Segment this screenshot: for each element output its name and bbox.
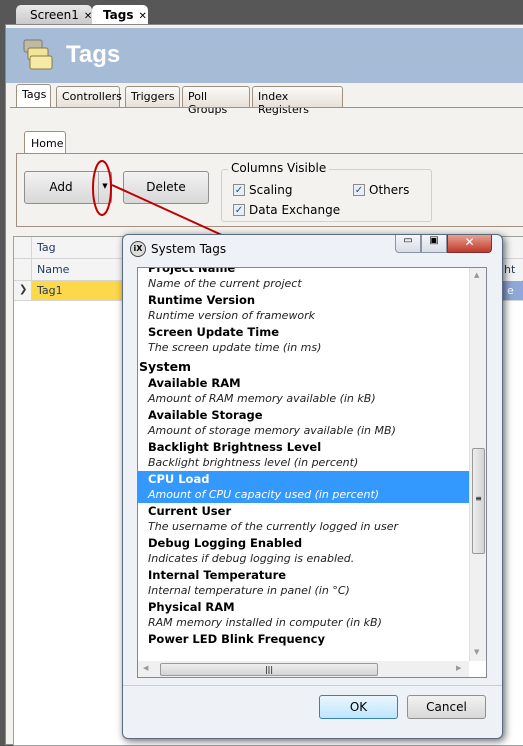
scroll-right-icon[interactable]: ▶ bbox=[456, 664, 461, 672]
tag-item-name[interactable]: Physical RAM bbox=[138, 599, 469, 615]
tag-item-description[interactable]: Indicates if debug logging is enabled. bbox=[138, 551, 469, 567]
hscroll-thumb[interactable]: ||| bbox=[160, 663, 378, 676]
tag-item-description[interactable]: Name of the current project bbox=[138, 276, 469, 292]
tag-item-description[interactable]: Internal temperature in panel (in °C) bbox=[138, 583, 469, 599]
scroll-down-icon[interactable]: ▼ bbox=[474, 648, 479, 656]
cancel-button[interactable]: Cancel bbox=[407, 695, 486, 719]
minimize-button[interactable]: ▭ bbox=[395, 235, 421, 253]
tag-item-description[interactable]: Amount of storage memory available (in M… bbox=[138, 423, 469, 439]
tag-item-description[interactable]: Runtime version of framework bbox=[138, 308, 469, 324]
system-tags-dialog: iX System Tags ▭ ▣ ✕ Project Name Name of… bbox=[122, 234, 503, 739]
tag-item-name[interactable]: Power LED Blink Frequency bbox=[138, 631, 469, 647]
tag-item-description[interactable]: The username of the currently logged in … bbox=[138, 519, 469, 535]
highlight-ellipse bbox=[92, 160, 112, 216]
tag-item-name[interactable]: Current User bbox=[138, 503, 469, 519]
tag-item-description[interactable]: Amount of RAM memory available (in kB) bbox=[138, 391, 469, 407]
tag-item-name[interactable]: Project Name bbox=[138, 268, 469, 276]
scroll-up-icon[interactable]: ▲ bbox=[474, 271, 479, 279]
tag-item-name[interactable]: Debug Logging Enabled bbox=[138, 535, 469, 551]
tag-item-description[interactable]: Amount of CPU capacity used (in percent) bbox=[138, 487, 469, 503]
tag-item-name[interactable]: Internal Temperature bbox=[138, 567, 469, 583]
maximize-button[interactable]: ▣ bbox=[421, 235, 447, 253]
close-button[interactable]: ✕ bbox=[447, 235, 492, 253]
horizontal-scrollbar[interactable]: ◀ ||| ▶ bbox=[138, 661, 469, 677]
vertical-scrollbar[interactable]: ▲ ≡ ▼ bbox=[469, 268, 486, 661]
tag-item-description[interactable]: Backlight brightness level (in percent) bbox=[138, 455, 469, 471]
tag-item-name[interactable]: CPU Load bbox=[138, 471, 469, 487]
ok-button[interactable]: OK bbox=[319, 695, 398, 719]
tag-item-name[interactable]: Available Storage bbox=[138, 407, 469, 423]
tag-item-name[interactable]: Backlight Brightness Level bbox=[138, 439, 469, 455]
tag-item-description[interactable]: The screen update time (in ms) bbox=[138, 340, 469, 356]
scroll-thumb[interactable]: ≡ bbox=[472, 448, 485, 554]
system-tags-list[interactable]: Project Name Name of the current project R… bbox=[137, 267, 487, 678]
tag-item-name[interactable]: Available RAM bbox=[138, 375, 469, 391]
tag-item-name[interactable]: Runtime Version bbox=[138, 292, 469, 308]
dialog-title: System Tags bbox=[151, 242, 227, 256]
tag-item-description[interactable]: RAM memory installed in computer (in kB) bbox=[138, 615, 469, 631]
tag-item-name[interactable]: Screen Update Time bbox=[138, 324, 469, 340]
category-header: System bbox=[139, 359, 192, 374]
scroll-left-icon[interactable]: ◀ bbox=[143, 664, 148, 672]
ix-logo-icon: iX bbox=[130, 241, 146, 257]
